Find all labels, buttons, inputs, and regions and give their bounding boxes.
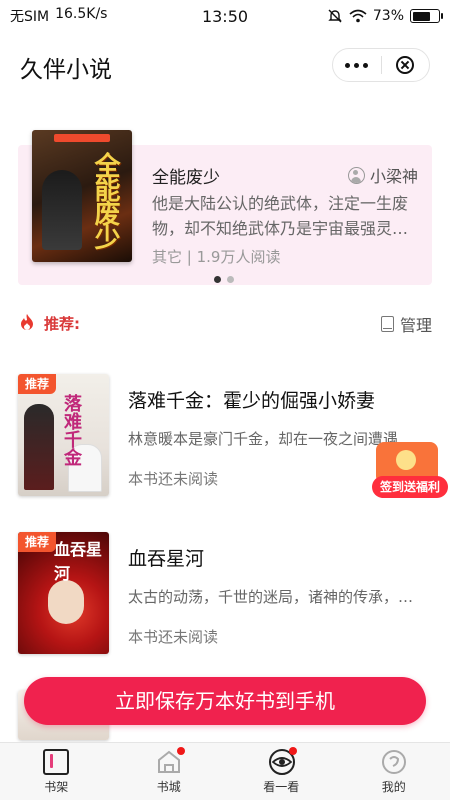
battery-percent: 73% — [372, 8, 404, 24]
mini-program-capsule — [332, 48, 430, 82]
sign-in-reward-button[interactable]: 签到送福利 — [372, 440, 448, 502]
tab-bookshelf[interactable]: 书架 — [0, 743, 113, 800]
book-cover[interactable]: 落难千金 推荐 — [18, 374, 109, 496]
bookshelf-icon — [43, 749, 70, 775]
reward-label: 签到送福利 — [372, 476, 448, 498]
tab-label: 看一看 — [263, 780, 300, 794]
book-title[interactable]: 落难千金：霍少的倔强小娇妻 — [128, 386, 375, 413]
book-description: 太古的动荡，千世的迷局，诸神的传承，… — [128, 588, 414, 606]
close-button[interactable] — [382, 49, 430, 81]
manage-label: 管理 — [399, 316, 432, 335]
cover-figure — [24, 404, 54, 490]
cover-publisher-badge — [54, 134, 110, 142]
close-icon — [396, 56, 415, 74]
recommend-section-header: 推荐: 管理 — [20, 312, 432, 336]
featured-book-cover[interactable]: 全能废少 — [32, 130, 132, 262]
tab-bookstore[interactable]: 书城 — [113, 743, 226, 800]
bottom-tab-bar: 书架 书城 看一看 我的 — [0, 742, 450, 800]
eye-icon — [268, 747, 298, 775]
cover-figure — [42, 170, 82, 250]
book-title[interactable]: 血吞星河 — [128, 544, 204, 571]
battery-level — [412, 11, 431, 21]
featured-book-description: 他是大陆公认的绝武体，注定一生废物，却不知绝武体乃是宇宙最强灵… — [152, 194, 409, 238]
page-title: 久伴小说 — [20, 57, 112, 83]
cover-title-art: 落难千金 — [61, 394, 82, 466]
featured-book-banner[interactable]: 全能废少 全能废少 小梁神 他是大陆公认的绝武体，注定一生废物，却不知绝武体乃是… — [18, 130, 432, 285]
more-menu-button[interactable] — [333, 49, 381, 81]
app-header: 久伴小说 — [0, 40, 450, 94]
bookstore-icon — [156, 747, 185, 775]
mute-bell-icon — [328, 9, 342, 23]
section-title: 推荐: — [44, 315, 80, 333]
more-dot-icon — [354, 62, 360, 68]
save-to-phone-button[interactable]: 立即保存万本好书到手机 — [24, 677, 426, 725]
tab-label: 书城 — [156, 780, 181, 794]
featured-book-author: 小梁神 — [347, 163, 418, 187]
book-cover[interactable]: 血吞星河 推荐 — [18, 532, 109, 654]
tab-profile[interactable]: 我的 — [338, 743, 450, 800]
wifi-icon — [349, 9, 367, 23]
cover-figure — [48, 580, 84, 624]
recommend-tag: 推荐 — [18, 532, 56, 552]
status-right: 73% — [327, 8, 443, 24]
more-dot-icon — [363, 62, 369, 68]
book-outline-icon — [380, 316, 394, 332]
cover-title-art: 血吞星河 — [54, 540, 103, 583]
pager-dot[interactable] — [227, 276, 234, 283]
person-icon — [347, 166, 365, 184]
notification-dot — [176, 747, 185, 755]
network-speed: 16.5K/s — [55, 6, 108, 22]
pager-dot-active[interactable] — [214, 276, 221, 283]
status-left: 无SIM 16.5K/s — [10, 6, 107, 26]
more-dot-icon — [345, 62, 351, 68]
battery-icon — [410, 9, 443, 23]
cover-title-art: 全能废少 — [90, 152, 120, 248]
reading-status: 本书还未阅读 — [128, 628, 219, 646]
banner-pager — [214, 276, 234, 283]
profile-shape-icon — [381, 750, 406, 774]
reading-status: 本书还未阅读 — [128, 470, 219, 488]
profile-icon — [381, 749, 407, 775]
tab-discover[interactable]: 看一看 — [225, 743, 338, 800]
manage-button[interactable]: 管理 — [380, 312, 432, 336]
featured-book-meta: 其它 | 1.9万人阅读 — [152, 248, 281, 266]
featured-book-title[interactable]: 全能废少 — [152, 163, 220, 188]
carrier-text: 无SIM — [10, 9, 50, 25]
author-name: 小梁神 — [369, 167, 418, 186]
status-bar: 无SIM 16.5K/s 13:50 73% — [0, 0, 450, 32]
list-item[interactable]: 血吞星河 推荐 血吞星河 太古的动荡，千世的迷局，诸神的传承，… 本书还未阅读 — [0, 532, 450, 654]
tab-label: 我的 — [381, 780, 406, 794]
recommend-tag: 推荐 — [18, 374, 56, 394]
flame-icon — [21, 314, 33, 330]
tab-label: 书架 — [44, 780, 69, 794]
